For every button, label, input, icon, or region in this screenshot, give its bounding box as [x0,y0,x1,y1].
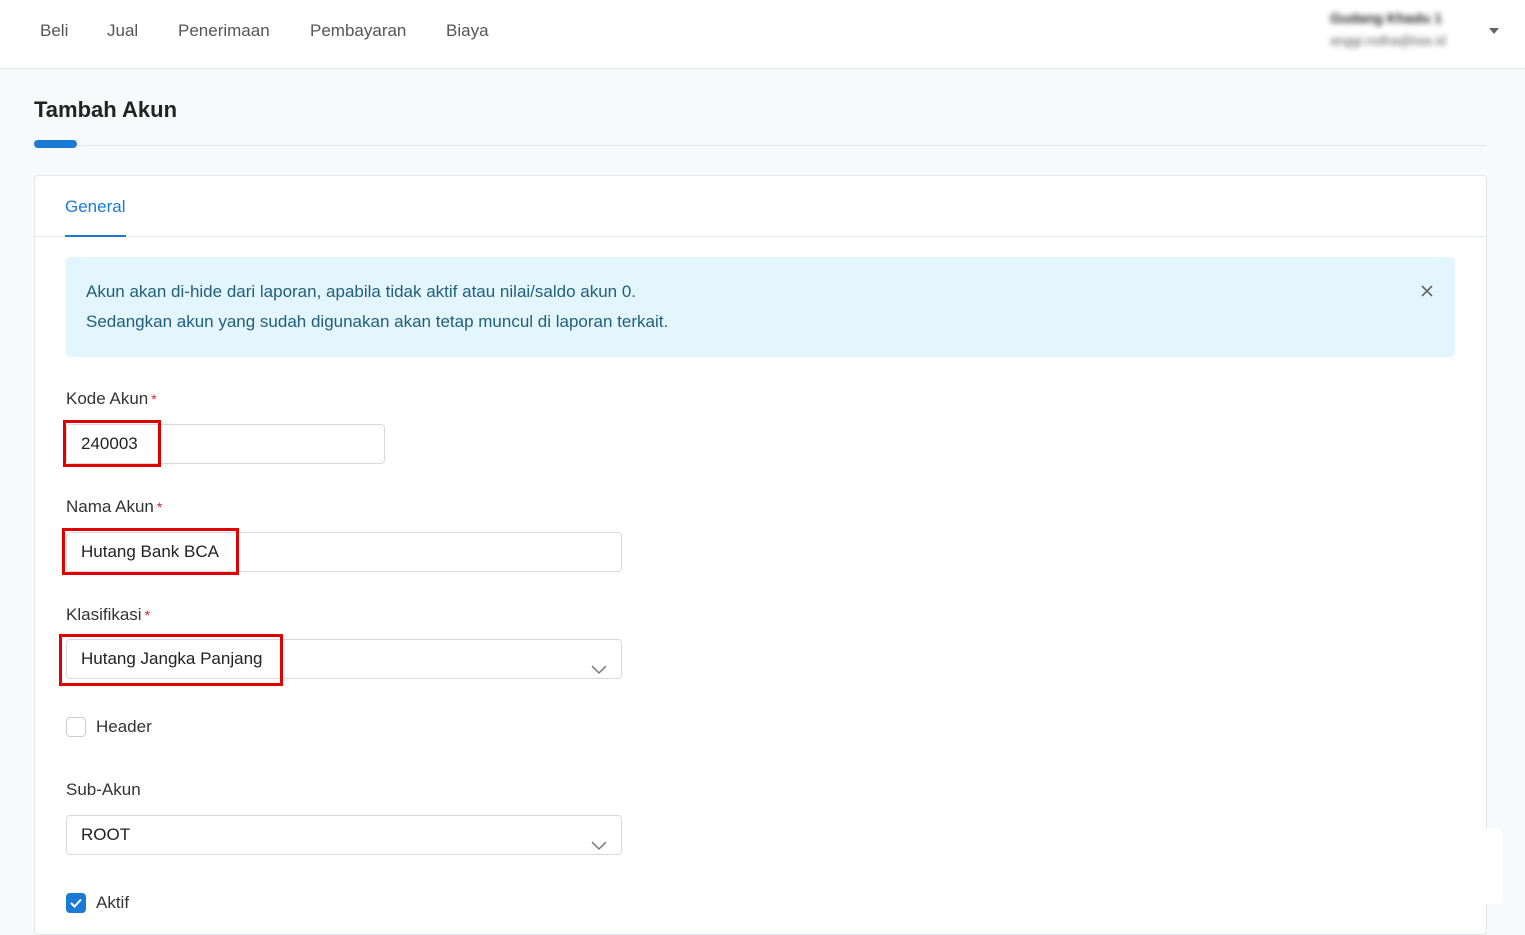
chevron-down-icon [591,652,607,675]
aktif-checkbox-label[interactable]: Aktif [96,892,129,914]
klasifikasi-label-text: Klasifikasi [66,605,142,624]
nav-item-pembayaran[interactable]: Pembayaran [310,20,406,42]
header-checkbox-label[interactable]: Header [96,716,152,738]
kode-akun-label: Kode Akun * [66,388,157,410]
check-icon [70,898,82,908]
nama-akun-input[interactable]: Hutang Bank BCA [66,532,622,572]
nama-akun-label-text: Nama Akun [66,497,154,516]
kode-akun-value: 240003 [81,434,138,453]
form-card: General Akun akan di-hide dari laporan, … [34,175,1487,935]
title-divider [77,145,1487,146]
kode-akun-input[interactable]: 240003 [66,424,385,464]
user-menu[interactable]: Gudang Khadu 1 anggi.rodha@kas.id [1330,8,1480,51]
sub-akun-value: ROOT [81,825,131,844]
tab-active-indicator [65,235,126,237]
page-title: Tambah Akun [34,97,178,122]
klasifikasi-select[interactable]: Hutang Jangka Panjang [66,639,622,679]
alert-text-line-1: Akun akan di-hide dari laporan, apabila … [86,282,637,301]
alert-text-line-2: Sedangkan akun yang sudah digunakan akan… [86,312,669,331]
tab-divider [35,236,1486,237]
tab-general[interactable]: General [65,196,125,218]
info-alert: Akun akan di-hide dari laporan, apabila … [66,257,1455,357]
user-name: Gudang Khadu 1 [1330,10,1442,26]
sub-akun-select[interactable]: ROOT [66,815,622,855]
sub-akun-label: Sub-Akun [66,780,141,799]
required-marker: * [151,391,157,407]
close-icon[interactable] [1417,281,1437,301]
aktif-checkbox[interactable] [66,893,86,913]
chevron-down-icon [591,828,607,851]
nav-item-penerimaan[interactable]: Penerimaan [178,20,270,42]
nav-item-beli[interactable]: Beli [40,20,68,42]
caret-down-icon[interactable] [1489,28,1499,34]
nav-item-biaya[interactable]: Biaya [446,20,489,42]
user-email: anggi.rodha@kas.id [1330,33,1446,48]
header-checkbox[interactable] [66,717,86,737]
required-marker: * [156,499,163,515]
kode-akun-label-text: Kode Akun [66,389,149,408]
top-navigation: Beli Jual Penerimaan Pembayaran Biaya Gu… [0,0,1525,69]
klasifikasi-label: Klasifikasi * [66,604,150,626]
required-marker: * [144,607,151,623]
nama-akun-value: Hutang Bank BCA [81,542,219,561]
nama-akun-label: Nama Akun * [66,496,162,518]
nav-item-jual[interactable]: Jual [107,20,138,42]
klasifikasi-value: Hutang Jangka Panjang [81,649,263,668]
title-accent-bar [34,140,77,148]
side-panel-edge [1486,828,1502,904]
